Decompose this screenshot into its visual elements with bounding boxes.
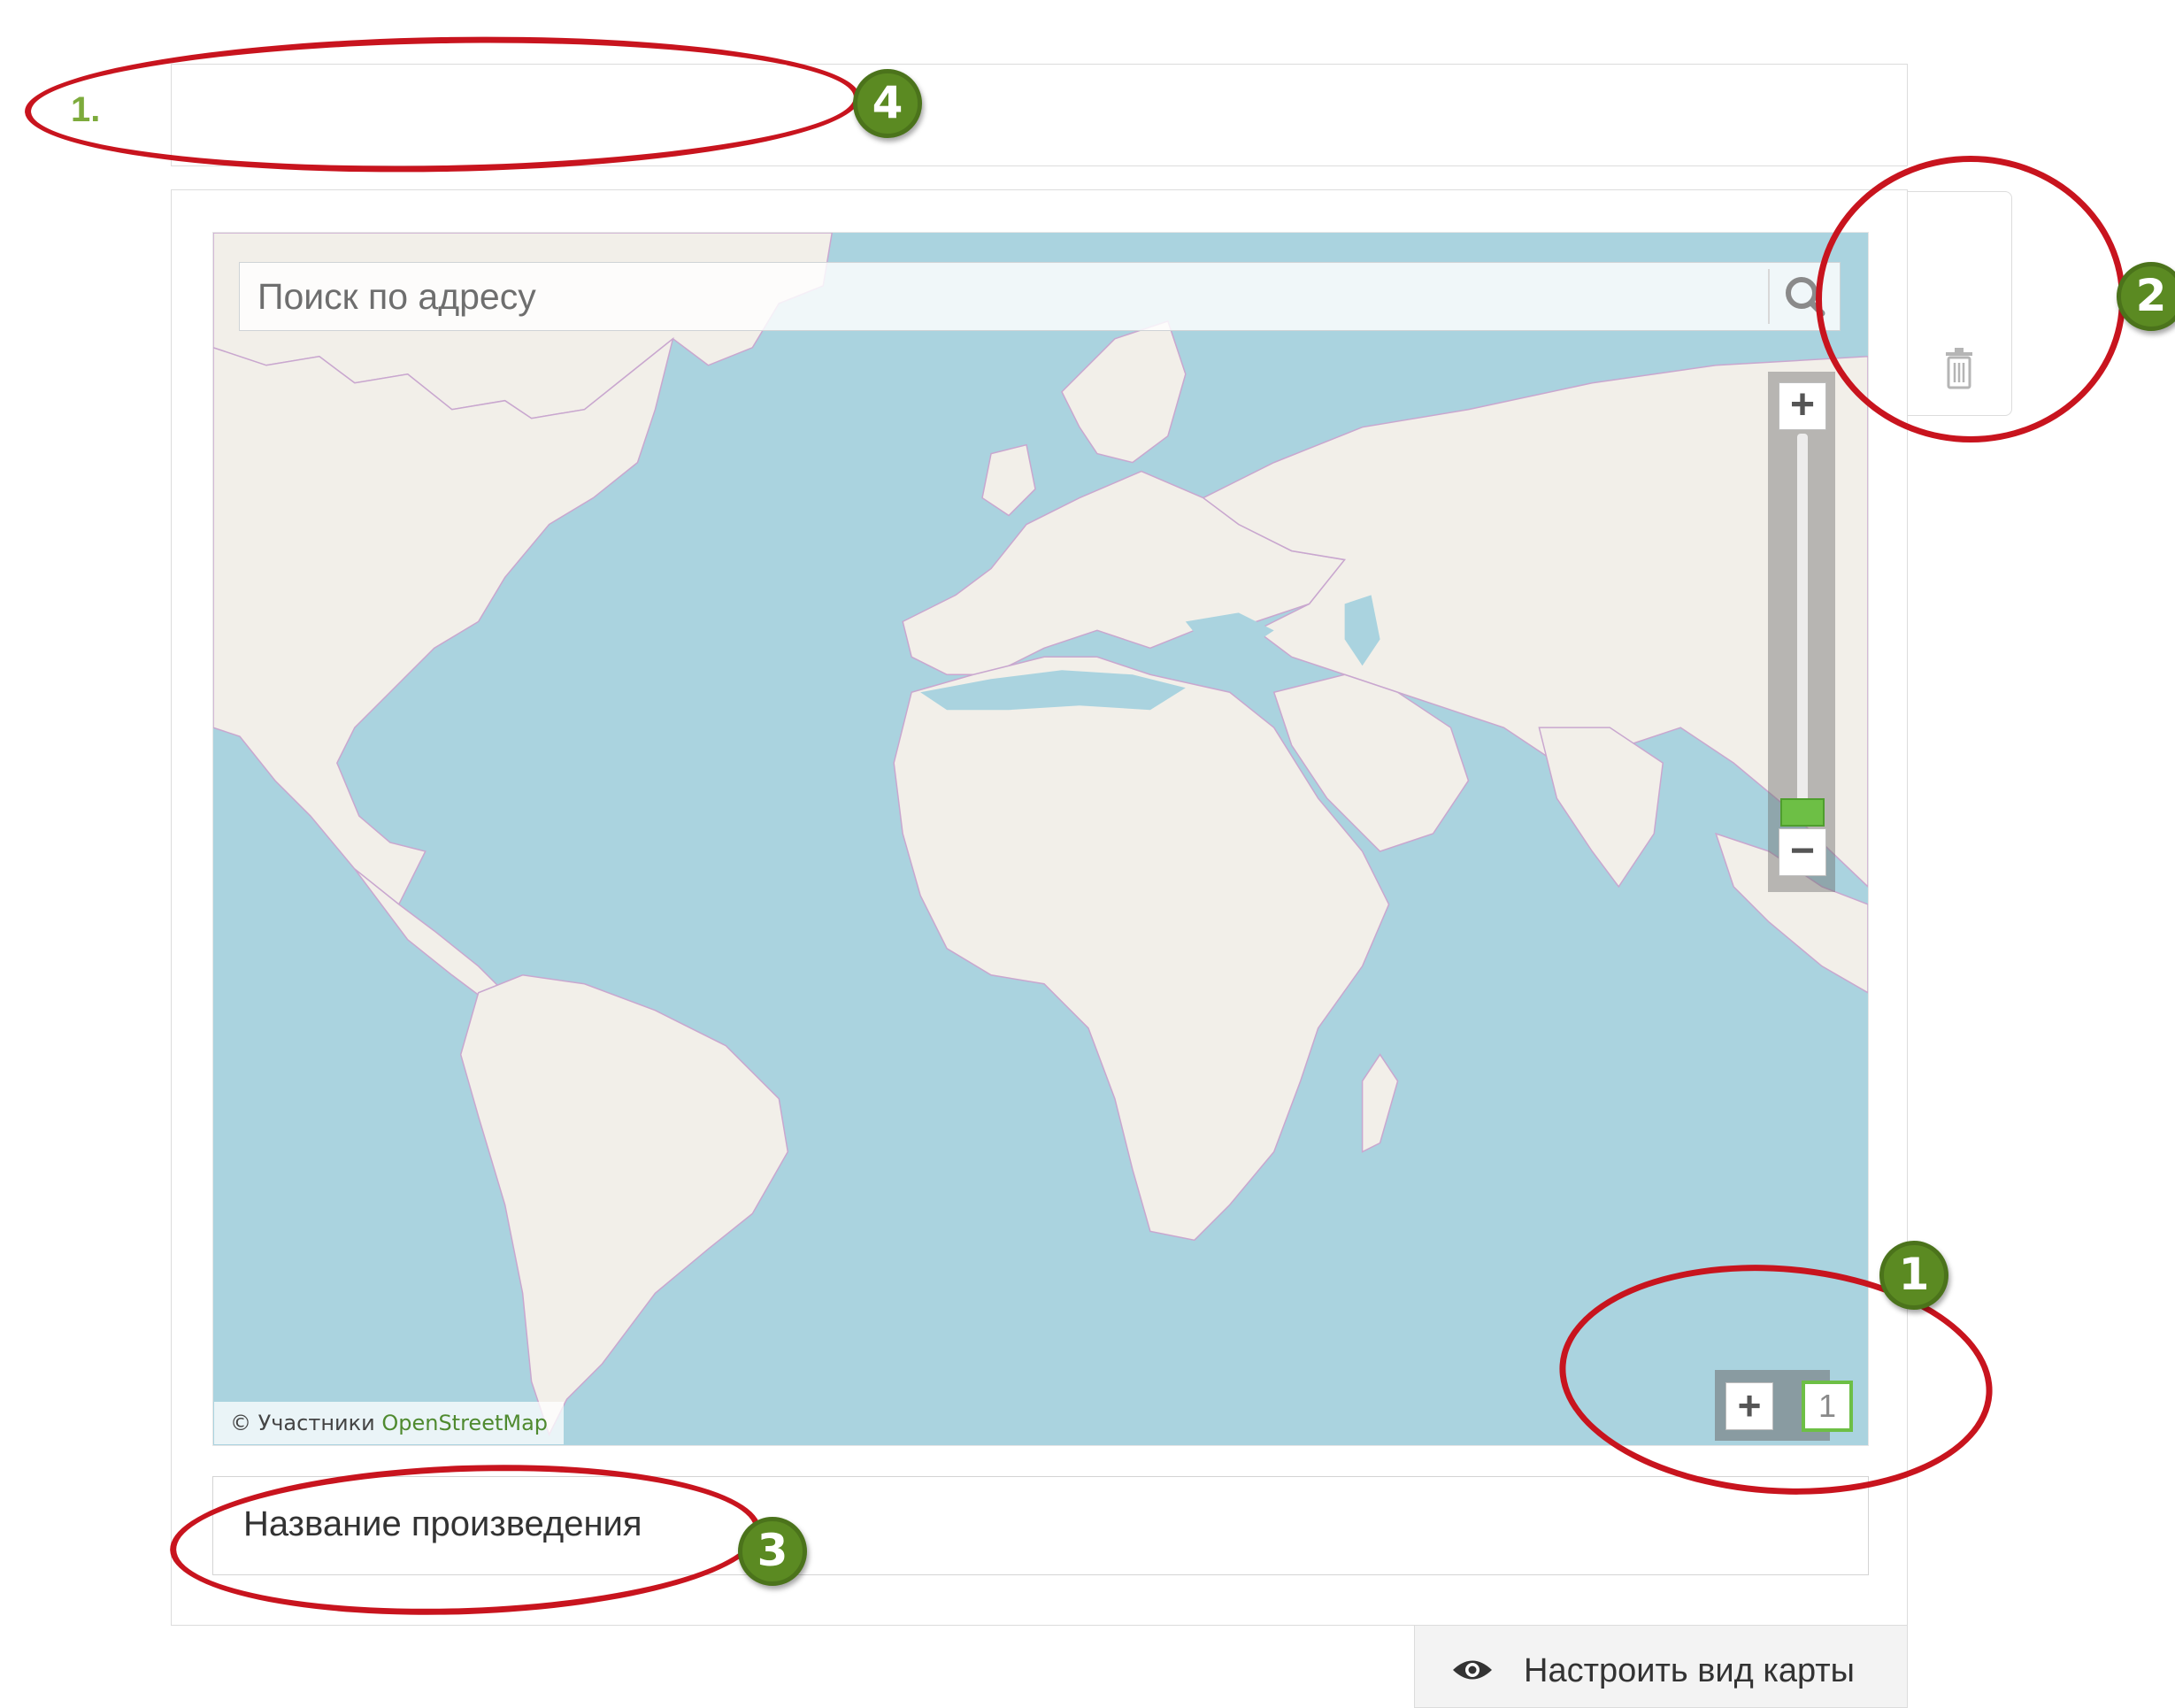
annotation-ellipse-2 (1816, 156, 2125, 442)
address-search-input[interactable] (240, 263, 1769, 330)
annotation-badge-2: 2 (2117, 262, 2175, 331)
configure-map-view-label: Настроить вид карты (1524, 1652, 1855, 1689)
search-divider (1768, 269, 1770, 324)
zoom-in-button[interactable]: + (1779, 382, 1826, 430)
zoom-slider-track[interactable] (1797, 434, 1808, 805)
map-tiles (213, 233, 1868, 1445)
map-attribution: © Участники OpenStreetMap (214, 1402, 565, 1444)
openstreetmap-link[interactable]: OpenStreetMap (381, 1411, 548, 1435)
address-search (239, 262, 1841, 331)
annotation-badge-1: 1 (1879, 1241, 1948, 1310)
zoom-slider-handle[interactable] (1780, 798, 1825, 827)
eye-icon (1451, 1657, 1494, 1683)
annotation-badge-4: 4 (853, 69, 922, 138)
attribution-prefix: © Участники (230, 1411, 375, 1435)
world-map[interactable] (212, 232, 1869, 1446)
annotation-badge-3: 3 (738, 1517, 807, 1586)
zoom-out-button[interactable]: − (1779, 828, 1826, 876)
